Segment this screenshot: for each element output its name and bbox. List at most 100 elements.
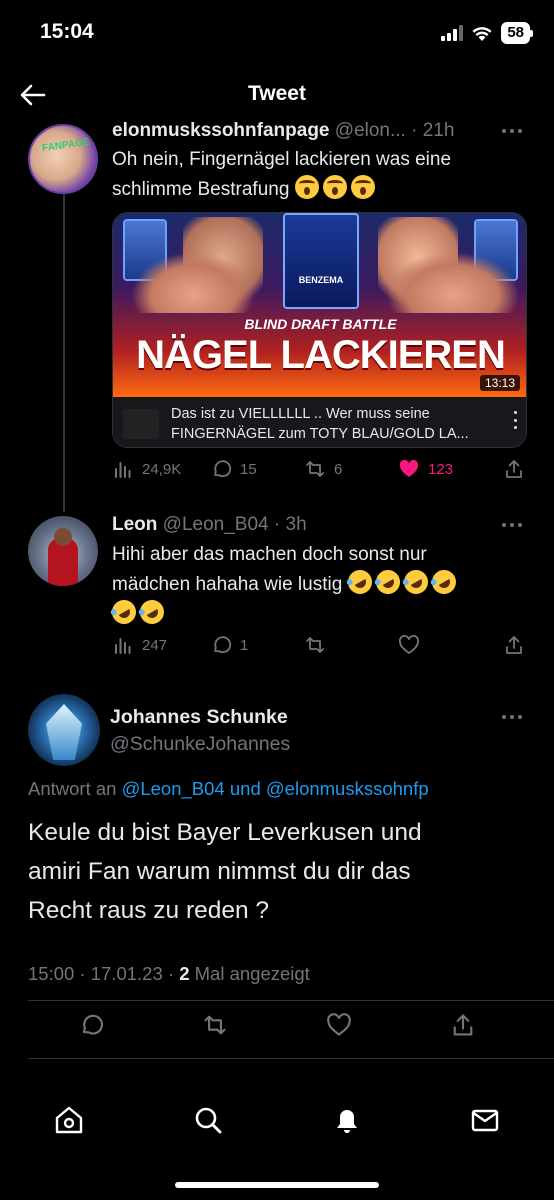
main-tweet-text: Keule du bist Bayer Leverkusen und amiri… (28, 813, 528, 930)
main-tweet-text-line: Recht raus zu reden ? (28, 897, 270, 924)
author-handle[interactable]: @Leon_B04 (163, 514, 269, 535)
status-bar: 15:04 58 (0, 0, 554, 66)
top-nav: Tweet (0, 70, 554, 120)
search-icon[interactable] (192, 1104, 224, 1136)
share-action[interactable] (503, 634, 525, 656)
messages-icon[interactable] (469, 1104, 501, 1136)
rofl-emoji-icon (107, 595, 141, 629)
mention-link[interactable]: @elonmuskssohnfp (266, 778, 429, 799)
video-thumbnail[interactable]: BENZEMA BLIND DRAFT BATTLE NÄGEL LACKIER… (113, 213, 526, 397)
player-card: BENZEMA (283, 213, 359, 309)
page-title: Tweet (248, 82, 306, 105)
retweet-action[interactable] (202, 1012, 228, 1038)
reply-icon (214, 636, 232, 654)
tweet-actions: 247 1 (0, 634, 554, 660)
avatar-face (54, 528, 72, 546)
reply-icon (214, 460, 232, 478)
views-count: 24,9K (142, 460, 182, 478)
avatar-figure (46, 704, 82, 760)
like-action[interactable] (326, 1012, 352, 1038)
tweet-text: Oh nein, Fingernägel lackieren was eine … (112, 145, 532, 205)
retweet-icon (306, 461, 324, 477)
home-icon[interactable] (53, 1104, 85, 1136)
rofl-emoji-icon (371, 565, 404, 599)
reply-action[interactable]: 15 (210, 458, 257, 480)
channel-logo (123, 409, 159, 439)
notifications-icon[interactable] (331, 1104, 363, 1136)
like-action[interactable] (398, 634, 420, 656)
views-icon (115, 638, 131, 654)
main-tweet-text-line: amiri Fan warum nimmst du dir das (28, 858, 411, 885)
video-card[interactable]: BENZEMA BLIND DRAFT BATTLE NÄGEL LACKIER… (112, 212, 527, 448)
retweet-action[interactable]: 6 (304, 458, 342, 480)
tweet-text-line: Hihi aber das machen doch sonst nur (112, 544, 427, 565)
rofl-emoji-icon (135, 595, 169, 629)
tweet-text-fragment: schlimme Bestrafung (112, 179, 290, 200)
like-icon (327, 1013, 351, 1036)
author-handle[interactable]: @SchunkeJohannes (110, 733, 290, 755)
author-name[interactable]: Johannes Schunke (110, 706, 288, 728)
scream-emoji-icon (350, 175, 375, 199)
like-icon (399, 459, 419, 477)
more-icon[interactable] (502, 126, 526, 136)
nails-right-graphic (388, 253, 518, 313)
share-icon (506, 636, 522, 654)
avatar[interactable] (28, 516, 98, 586)
author-name[interactable]: elonmuskssohnfanpage (112, 120, 330, 141)
author-handle[interactable]: @elon... (335, 120, 406, 141)
divider (28, 1000, 554, 1001)
retweet-icon (204, 1015, 226, 1035)
reply-icon (82, 1014, 103, 1035)
rofl-emoji-icon (343, 565, 376, 599)
more-icon[interactable] (502, 520, 526, 530)
retweet-action[interactable] (304, 634, 326, 656)
view-label: Mal angezeigt (194, 963, 310, 984)
reply-action[interactable] (78, 1012, 104, 1038)
main-tweet-text-line: Keule du bist Bayer Leverkusen und (28, 819, 422, 846)
status-time: 15:04 (40, 20, 94, 43)
reply-context: Antwort an @Leon_B04 und @elonmuskssohnf… (28, 778, 429, 800)
avatar[interactable]: FANPAGE (28, 124, 98, 194)
bottom-tab-bar (0, 1090, 554, 1160)
tweet-text-fragment: mädchen hahaha wie lustig (112, 574, 343, 595)
cellular-signal-icon (441, 25, 464, 41)
avatar-label: FANPAGE (41, 136, 91, 155)
share-action[interactable] (450, 1012, 476, 1038)
video-caption: Das ist zu VIELLLLLL .. Wer muss seine F… (171, 404, 501, 444)
scream-emoji-icon (294, 175, 319, 199)
reply-action[interactable]: 1 (210, 634, 248, 656)
views-action[interactable]: 247 (112, 634, 167, 656)
tweet-text-line: mädchen hahaha wie lustig (112, 565, 532, 600)
views-icon (115, 462, 131, 478)
views-count: 247 (142, 636, 168, 654)
video-overlay-title: NÄGEL LACKIEREN (136, 333, 506, 377)
share-icon (506, 460, 522, 478)
share-icon (453, 1014, 473, 1036)
tweet-header: elonmuskssohnfanpage @elon... · 21h (112, 120, 454, 142)
video-info-bar[interactable]: Das ist zu VIELLLLLL .. Wer muss seine F… (113, 397, 526, 447)
video-caption-line: FINGERNÄGEL zum TOTY BLAU/GOLD LA... (171, 426, 469, 442)
tweet-text-line: Oh nein, Fingernägel lackieren was eine (112, 149, 452, 170)
divider (28, 1058, 554, 1059)
rofl-emoji-icon (427, 565, 460, 599)
share-action[interactable] (503, 458, 525, 480)
author-name[interactable]: Leon (112, 514, 157, 535)
video-duration: 13:13 (479, 375, 520, 391)
player-name: BENZEMA (298, 275, 344, 285)
tweet-header: Leon @Leon_B04 · 3h (112, 514, 307, 536)
avatar[interactable] (28, 694, 100, 766)
views-action[interactable]: 24,9K (112, 458, 181, 480)
tweet-actions: 24,9K 15 6 123 (0, 458, 554, 484)
like-action[interactable]: 123 (398, 458, 453, 480)
view-count: 2 (179, 963, 190, 984)
reply-conjunction: und (229, 778, 261, 799)
nails-left-graphic (133, 253, 253, 313)
reply-prefix: Antwort an (28, 778, 117, 799)
retweet-icon (306, 637, 324, 653)
more-icon[interactable] (502, 712, 526, 722)
tweet-timestamp: 15:00 · 17.01.23 · (28, 963, 175, 984)
main-tweet-name-row: Johannes Schunke (110, 706, 288, 729)
video-menu-icon[interactable] (514, 411, 518, 429)
mention-link[interactable]: @Leon_B04 (122, 778, 225, 799)
battery-indicator: 58 (501, 22, 533, 44)
